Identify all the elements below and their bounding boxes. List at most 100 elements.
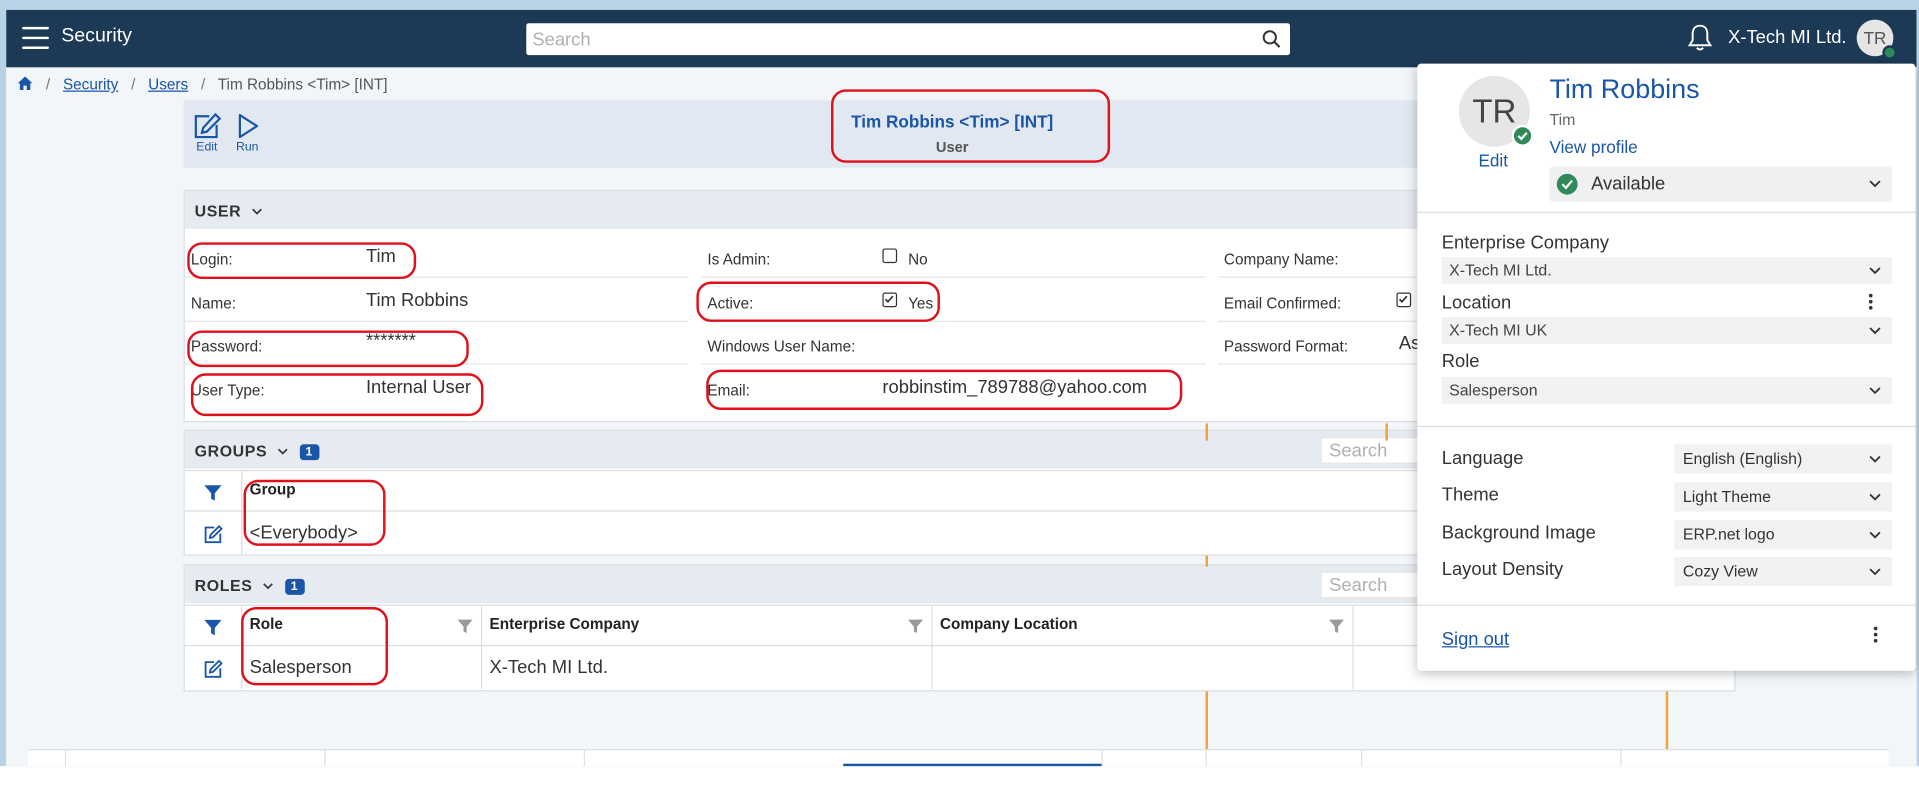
edit-icon[interactable] [203,525,223,545]
tab-divider [1101,750,1103,767]
language-label: Language [1441,447,1524,469]
password-value[interactable]: ******* [366,330,416,351]
location-more-icon[interactable] [1866,293,1873,314]
is-admin-value: No [908,250,928,269]
column-divider [1665,691,1669,751]
enterprise-company-cell[interactable]: X-Tech MI Ltd. [482,647,933,690]
password-field: Password: ******* [184,326,688,365]
login-field: Login: Tim [184,239,688,278]
enterprise-company-label: Enterprise Company [1441,232,1610,254]
tab-divider [1360,750,1363,767]
status-dropdown[interactable]: Available [1549,166,1893,202]
email-field: Email: robbinstim_789788@yahoo.com [701,370,1205,409]
breadcrumb-security[interactable]: Security [63,76,118,93]
chevron-down-icon [1869,531,1881,539]
view-profile-link[interactable]: View profile [1549,137,1637,157]
company-location-column-label: Company Location [939,615,1078,633]
screen: Security X-Tech MI Ltd. TR / Security / … [0,0,1919,802]
user-type-label: User Type: [190,381,265,399]
role-column-header[interactable]: Role [242,605,483,648]
chevron-down-icon [1869,327,1881,335]
bell-icon[interactable] [1687,23,1714,52]
tab-divider [583,750,586,767]
more-options-icon[interactable] [1871,626,1878,647]
enterprise-company-select[interactable]: X-Tech MI Ltd. [1441,257,1893,284]
location-value: X-Tech MI UK [1449,320,1548,340]
chevron-down-icon [1869,267,1881,275]
tab-divider [1205,750,1207,767]
company-location-cell[interactable] [933,647,1354,690]
is-admin-label: Is Admin: [707,250,771,269]
user-type-value[interactable]: Internal User [366,377,471,398]
language-value: English (English) [1682,449,1803,468]
filter-icon [204,619,222,636]
is-admin-checkbox[interactable] [882,248,898,264]
language-select[interactable]: English (English) [1674,444,1893,474]
edit-icon[interactable] [203,659,223,680]
role-cell[interactable]: Salesperson [242,647,483,690]
enterprise-company-column-header[interactable]: Enterprise Company [482,605,933,648]
profile-avatar[interactable]: TR [1458,75,1534,147]
search-icon[interactable] [1262,29,1282,49]
divider [1417,211,1916,213]
company-name[interactable]: X-Tech MI Ltd. [1728,27,1846,48]
theme-select[interactable]: Light Theme [1674,482,1893,512]
windows-user-label: Windows User Name: [707,337,856,355]
chevron-down-icon [1869,568,1881,576]
background-image-value: ERP.net logo [1682,525,1775,544]
top-bar: Security X-Tech MI Ltd. TR [6,9,1917,68]
role-column-label: Role [249,615,283,633]
profile-edit-link[interactable]: Edit [1478,151,1508,171]
enterprise-company-column-label: Enterprise Company [489,615,640,633]
filter-toggle[interactable] [185,471,243,513]
background-image-select[interactable]: ERP.net logo [1674,520,1893,550]
column-divider [1205,423,1208,441]
breadcrumb-separator: / [200,75,206,94]
column-divider [1385,423,1388,441]
sign-out-link[interactable]: Sign out [1442,629,1509,650]
row-edit-cell [185,512,243,555]
roles-section-title: ROLES [194,576,253,595]
app-title: Security [61,25,132,47]
location-select[interactable]: X-Tech MI UK [1441,316,1893,344]
column-filter-icon[interactable] [907,618,924,635]
company-location-column-header[interactable]: Company Location [933,605,1354,648]
layout-density-select[interactable]: Cozy View [1674,556,1893,587]
name-field: Name: Tim Robbins [184,283,688,322]
user-section-title: USER [194,201,242,221]
menu-icon[interactable] [22,26,49,49]
user-avatar[interactable]: TR [1856,19,1898,60]
online-status-icon [1511,124,1534,147]
global-search-input[interactable] [532,26,1249,52]
available-status-icon [1556,173,1578,195]
role-select[interactable]: Salesperson [1441,376,1893,404]
filter-toggle[interactable] [185,605,243,648]
breadcrumb-users[interactable]: Users [148,76,188,93]
groups-section-title: GROUPS [194,441,268,461]
column-divider [1205,691,1208,751]
breadcrumb-separator: / [45,75,51,94]
filter-icon [204,485,222,501]
active-checkbox[interactable] [882,292,898,308]
column-filter-icon[interactable] [1328,618,1345,635]
home-icon[interactable] [17,76,33,91]
email-confirmed-checkbox[interactable] [1396,292,1412,308]
column-filter-icon[interactable] [457,618,474,635]
login-value[interactable]: Tim [366,246,396,267]
email-confirmed-label: Email Confirmed: [1223,294,1342,313]
active-tab-indicator[interactable] [843,763,1102,767]
global-search[interactable] [526,23,1290,56]
background-image-label: Background Image [1441,522,1596,544]
name-value[interactable]: Tim Robbins [366,290,468,311]
password-label: Password: [190,337,263,355]
avatar-initials: TR [1863,28,1887,48]
profile-name: Tim Robbins [1549,73,1700,105]
email-value[interactable]: robbinstim_789788@yahoo.com [882,377,1147,398]
active-field: Active: Yes [701,283,1206,322]
checkmark-icon [884,295,894,303]
online-status-icon [1882,45,1898,60]
chevron-down-icon [1869,493,1881,501]
name-label: Name: [190,294,237,313]
active-value: Yes [908,294,934,313]
role-label: Role [1441,351,1480,373]
